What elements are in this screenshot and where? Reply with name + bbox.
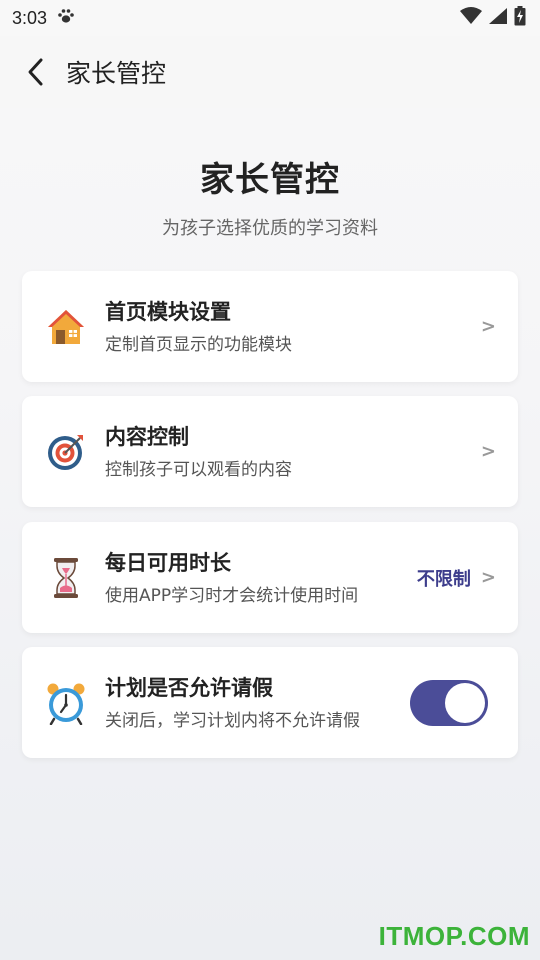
card-allow-leave: 计划是否允许请假 关闭后，学习计划内将不允许请假 <box>22 647 518 758</box>
card-text: 内容控制 控制孩子可以观看的内容 <box>105 422 481 482</box>
card-subtitle: 关闭后，学习计划内将不允许请假 <box>105 710 360 731</box>
status-right <box>460 6 526 30</box>
chevron-right-icon: > <box>480 316 496 337</box>
target-icon <box>44 430 88 474</box>
page-title: 家长管控 <box>200 160 340 200</box>
card-subtitle: 定制首页显示的功能模块 <box>105 334 292 355</box>
card-subtitle: 使用APP学习时才会统计使用时间 <box>105 585 359 606</box>
card-title: 内容控制 <box>105 424 189 449</box>
toggle-knob <box>445 682 485 723</box>
card-text: 每日可用时长 使用APP学习时才会统计使用时间 <box>105 548 417 608</box>
page-subtitle: 为孩子选择优质的学习资料 <box>162 218 378 239</box>
card-text: 计划是否允许请假 关闭后，学习计划内将不允许请假 <box>105 673 410 733</box>
app-bar-title: 家长管控 <box>66 59 167 88</box>
allow-leave-toggle[interactable] <box>410 679 488 726</box>
wifi-icon <box>460 7 482 29</box>
house-icon <box>44 305 88 349</box>
battery-charging-icon <box>514 6 526 30</box>
card-daily-usage-time[interactable]: 每日可用时长 使用APP学习时才会统计使用时间 不限制 > <box>22 522 518 633</box>
status-time: 3:03 <box>12 7 48 28</box>
card-subtitle: 控制孩子可以观看的内容 <box>105 459 292 480</box>
card-content-control[interactable]: 内容控制 控制孩子可以观看的内容 > <box>22 396 518 507</box>
chevron-right-icon: > <box>480 567 496 588</box>
card-title: 每日可用时长 <box>105 550 231 575</box>
app-bar: 家长管控 <box>0 36 540 108</box>
card-text: 首页模块设置 定制首页显示的功能模块 <box>105 297 481 357</box>
chevron-right-icon: > <box>480 441 496 462</box>
card-home-module-settings[interactable]: 首页模块设置 定制首页显示的功能模块 > <box>22 271 518 382</box>
hourglass-icon <box>44 556 88 600</box>
card-title: 首页模块设置 <box>105 299 231 324</box>
watermark: ITMOP.COM <box>378 921 530 951</box>
signal-icon <box>488 7 508 29</box>
status-left: 3:03 <box>12 8 75 29</box>
chevron-left-icon <box>28 58 43 86</box>
status-bar: 3:03 <box>0 0 540 36</box>
card-title: 计划是否允许请假 <box>105 675 273 700</box>
back-button[interactable] <box>14 50 58 94</box>
alarm-clock-icon <box>44 681 88 725</box>
daily-limit-value: 不限制 <box>416 568 471 590</box>
paw-icon <box>57 8 75 28</box>
